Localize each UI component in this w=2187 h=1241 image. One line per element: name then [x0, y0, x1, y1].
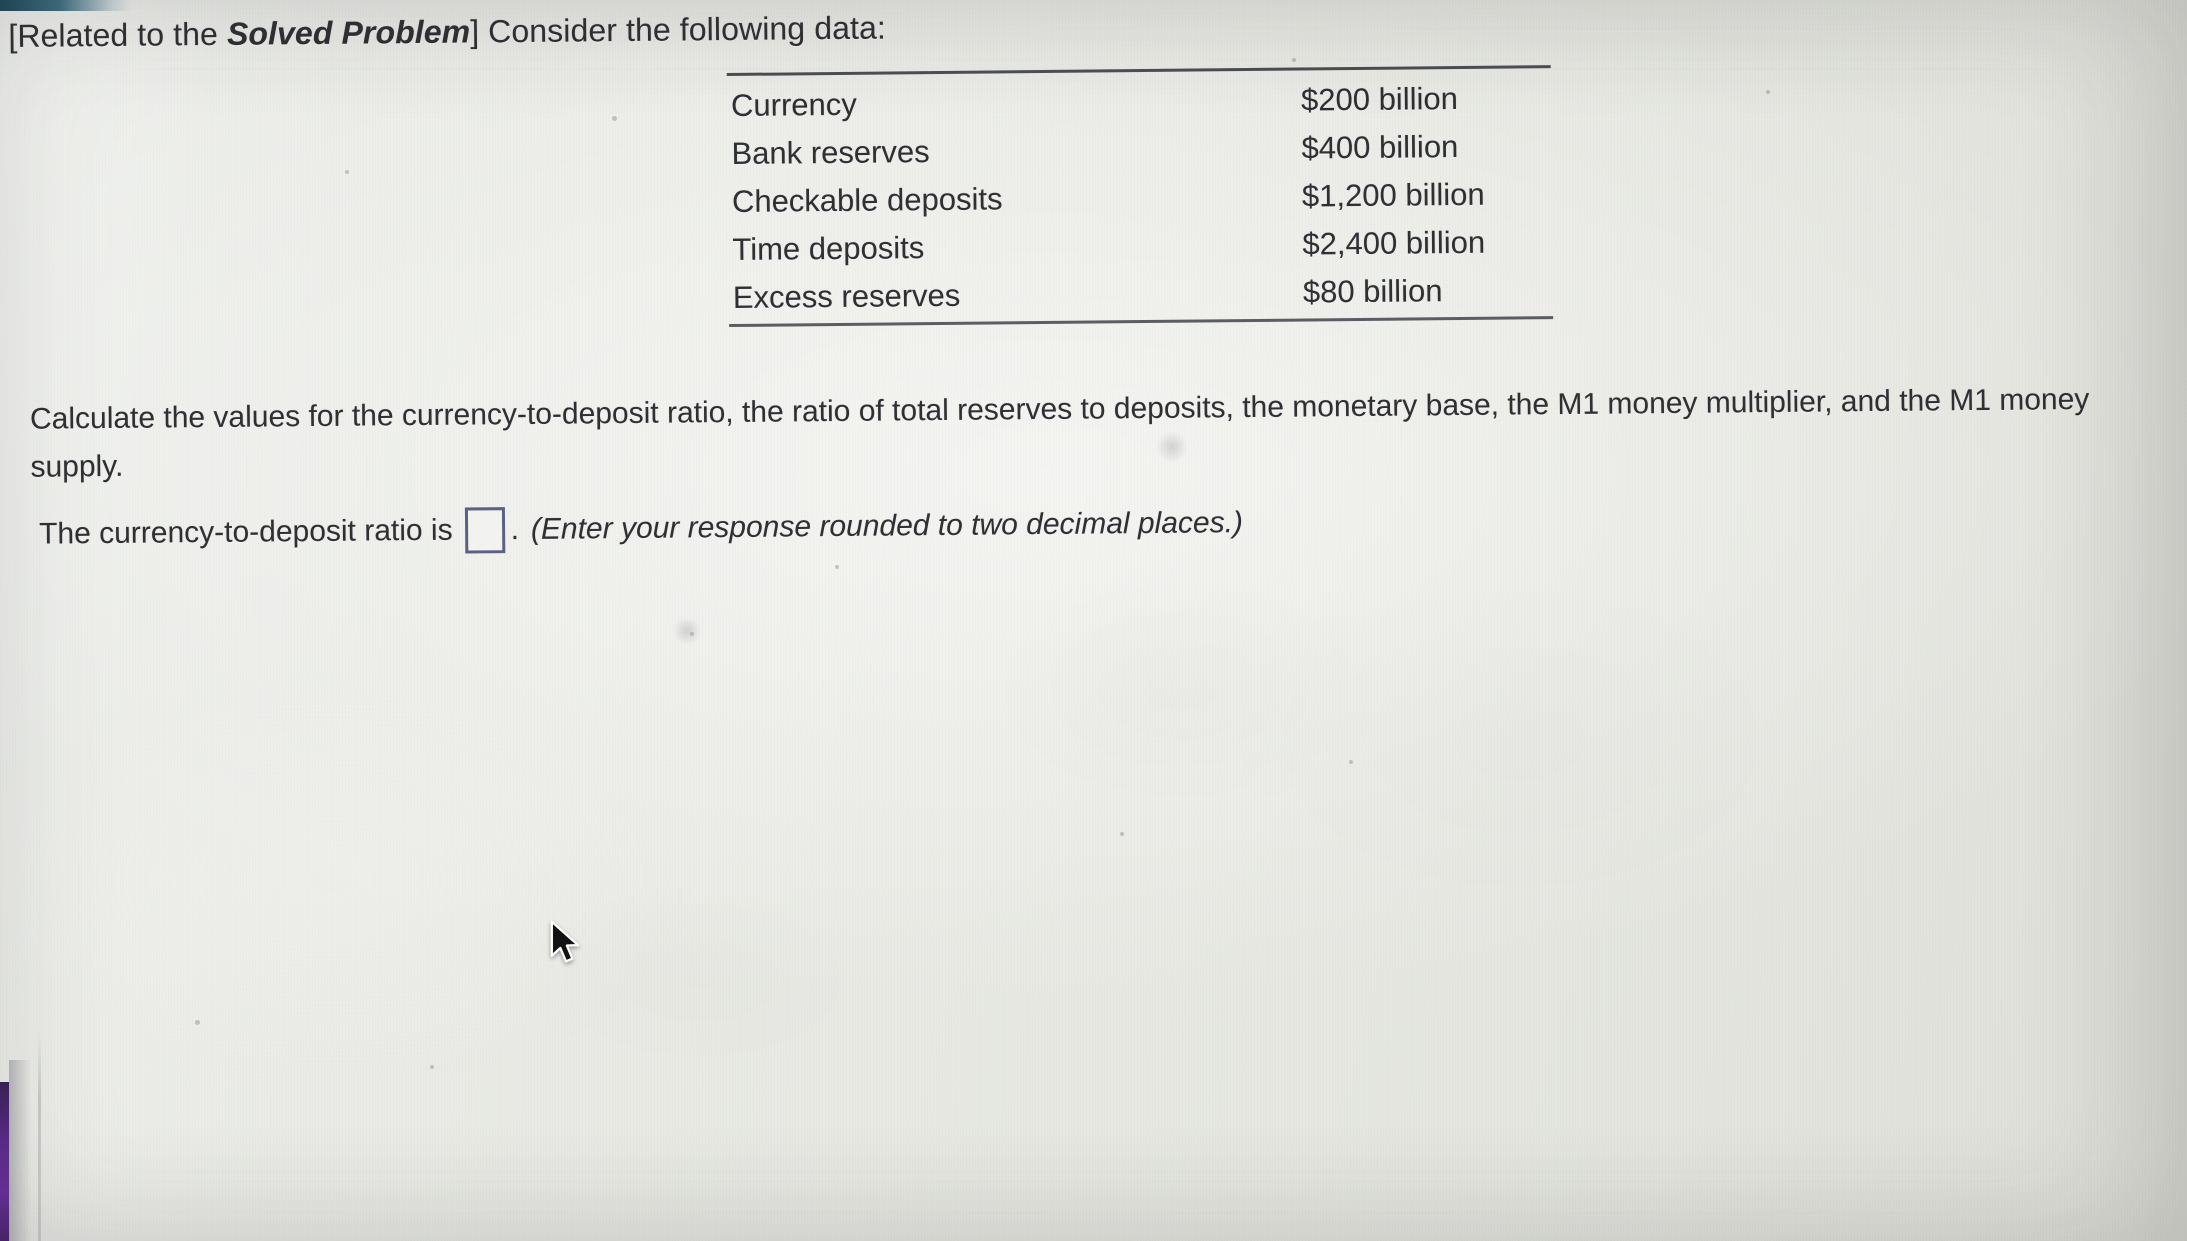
table-cell-label: Time deposits [732, 230, 925, 267]
table-cell-value: $80 billion [1302, 273, 1443, 310]
answer-prompt-label: The currency-to-deposit ratio is [38, 513, 453, 551]
table-cell-value: $1,200 billion [1301, 176, 1485, 214]
question-prompt: [Related to the Solved Problem] Consider… [8, 9, 886, 54]
table-cell-label: Checkable deposits [731, 181, 1003, 219]
table-cell-value: $400 billion [1301, 129, 1459, 166]
table-row: Excess reserves $80 billion [729, 266, 1553, 324]
table-cell-label: Bank reserves [731, 134, 930, 171]
table-cell-value: $200 billion [1300, 81, 1459, 118]
table-row: Checkable deposits $1,200 billion [728, 170, 1552, 226]
answer-period: . [510, 513, 520, 547]
device-bezel-left [0, 1082, 9, 1241]
table-row: Time deposits $2,400 billion [728, 218, 1552, 274]
question-prompt-suffix: ] Consider the following data: [470, 9, 887, 50]
data-table: Currency $200 billion Bank reserves $400… [726, 65, 1554, 328]
table-cell-label: Excess reserves [732, 277, 961, 315]
instruction-text: Calculate the values for the currency-to… [29, 382, 2090, 484]
screenshot-root: [Related to the Solved Problem] Consider… [0, 0, 2187, 1241]
question-content: [Related to the Solved Problem] Consider… [0, 0, 2187, 1241]
table-cell-label: Currency [730, 86, 857, 123]
table-row: Currency $200 billion [727, 68, 1551, 130]
answer-hint-text: (Enter your response rounded to two deci… [530, 506, 1244, 546]
currency-to-deposit-ratio-input[interactable] [464, 507, 505, 554]
question-prompt-prefix: [Related to the [8, 15, 228, 54]
answer-row: The currency-to-deposit ratio is . (Ente… [39, 500, 1243, 558]
table-cell-value: $2,400 billion [1302, 224, 1486, 262]
table-row: Bank reserves $400 billion [727, 122, 1551, 178]
question-prompt-emphasis: Solved Problem [226, 13, 471, 52]
data-table-body: Currency $200 billion Bank reserves $400… [727, 68, 1553, 324]
